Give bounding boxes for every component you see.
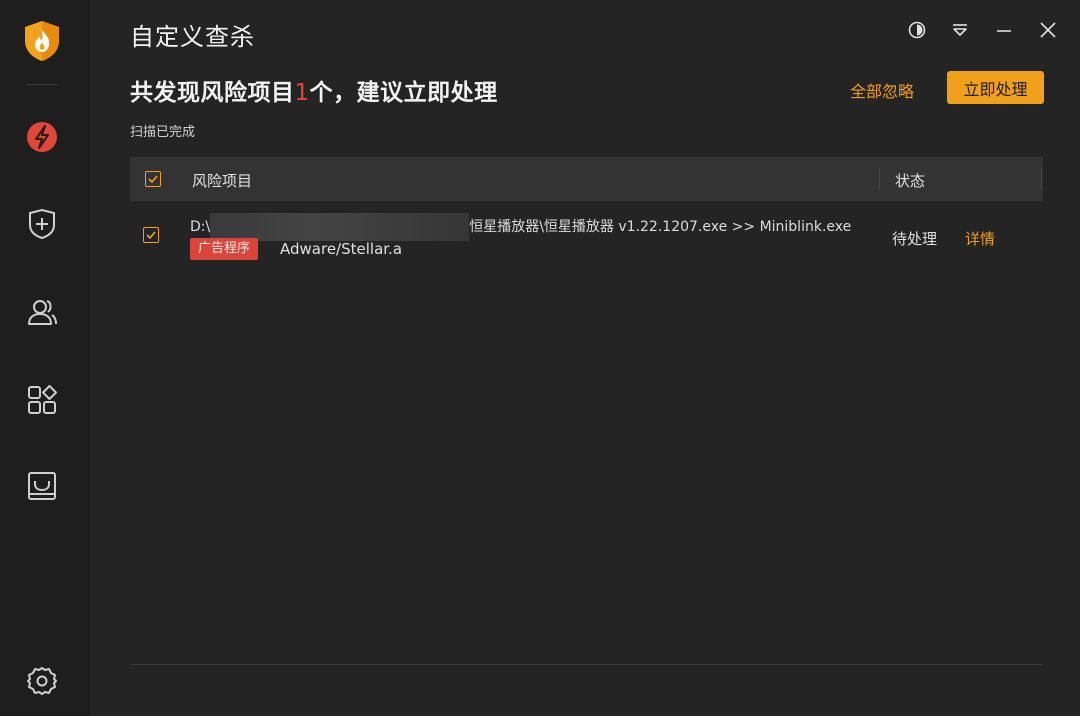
select-all-checkbox[interactable] xyxy=(145,171,161,187)
shield-plus-icon xyxy=(27,208,57,240)
column-divider xyxy=(1041,168,1042,190)
threat-name: Adware/Stellar.a xyxy=(280,240,403,258)
menu-dropdown-button[interactable] xyxy=(948,20,972,44)
contrast-icon xyxy=(908,21,926,43)
headline-suffix: 个，建议立即处理 xyxy=(309,80,498,106)
threat-category-badge: 广告程序 xyxy=(190,238,259,260)
flash-scan-icon xyxy=(26,121,58,153)
menu-triangle-icon xyxy=(951,21,969,43)
inbox-tray-icon xyxy=(26,470,58,502)
column-header-risk: 风险项目 xyxy=(192,172,253,190)
headline-prefix: 共发现风险项目 xyxy=(130,80,295,106)
app-window: 自定义查杀 共发现风险项目1个，建议立即处理 扫描已完成 全部忽略 立即处理 风… xyxy=(0,0,1080,716)
risk-count: 1 xyxy=(294,80,310,106)
logo-divider xyxy=(27,84,57,85)
bottom-divider xyxy=(130,664,1043,665)
path-prefix: D:\ xyxy=(190,219,211,235)
close-button[interactable] xyxy=(1036,20,1060,44)
sidebar-item-virus-scan[interactable] xyxy=(22,117,62,157)
sidebar xyxy=(0,0,90,716)
window-title: 自定义查杀 xyxy=(130,23,255,51)
check-icon xyxy=(147,170,159,189)
row-checkbox[interactable] xyxy=(143,227,159,243)
close-icon xyxy=(1039,21,1057,43)
minimize-button[interactable] xyxy=(992,20,1016,44)
ignore-all-link[interactable]: 全部忽略 xyxy=(850,78,914,102)
settings-gear-icon xyxy=(27,666,57,696)
sidebar-item-accounts[interactable] xyxy=(22,292,62,332)
table-header: 风险项目 状态 xyxy=(130,157,1043,201)
check-icon xyxy=(145,226,157,245)
apps-grid-icon xyxy=(26,384,58,416)
minimize-icon xyxy=(995,21,1013,43)
users-icon xyxy=(25,296,59,328)
sidebar-item-settings[interactable] xyxy=(22,661,62,701)
column-header-status: 状态 xyxy=(895,172,926,190)
row-detail-link[interactable]: 详情 xyxy=(965,228,995,249)
path-suffix: 恒星播放器\恒星播放器 v1.22.1207.exe >> Miniblink.… xyxy=(469,219,852,235)
result-headline: 共发现风险项目1个，建议立即处理 xyxy=(130,73,498,107)
process-now-button[interactable]: 立即处理 xyxy=(947,71,1044,104)
redacted-path-segment xyxy=(210,213,470,241)
risk-file-path: D:\ 恒星播放器\恒星播放器 v1.22.1207.exe >> Minibli… xyxy=(190,213,852,241)
sidebar-item-toolbox[interactable] xyxy=(22,380,62,420)
sidebar-item-message-center[interactable] xyxy=(22,466,62,506)
column-divider xyxy=(879,168,880,190)
scan-status-text: 扫描已完成 xyxy=(130,125,196,140)
sidebar-item-protection[interactable] xyxy=(22,204,62,244)
shield-flame-logo-icon xyxy=(24,20,60,62)
theme-toggle-button[interactable] xyxy=(905,20,929,44)
row-status: 待处理 xyxy=(892,230,938,248)
table-row: D:\ 恒星播放器\恒星播放器 v1.22.1207.exe >> Minibli… xyxy=(130,201,1043,271)
